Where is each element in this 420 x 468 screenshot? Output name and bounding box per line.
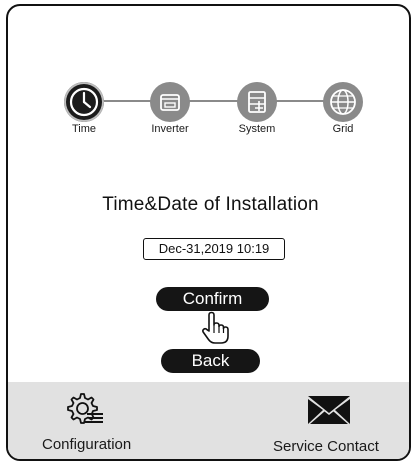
- service-contact-button[interactable]: Service Contact: [213, 382, 409, 459]
- stepper-line: [103, 100, 337, 102]
- configuration-button[interactable]: Configuration: [8, 382, 208, 459]
- system-icon: [248, 91, 266, 113]
- datetime-field[interactable]: Dec-31,2019 10:19: [143, 238, 285, 260]
- device-screen: Time Inverter System Grid Time&Date of I…: [6, 4, 411, 461]
- step-time[interactable]: [64, 82, 104, 122]
- step-label-inverter: Inverter: [151, 123, 189, 135]
- service-contact-label: Service Contact: [273, 438, 379, 455]
- back-button[interactable]: Back: [161, 349, 260, 373]
- step-grid[interactable]: [323, 82, 363, 122]
- step-inverter[interactable]: [150, 82, 190, 122]
- confirm-button[interactable]: Confirm: [156, 287, 269, 311]
- gear-settings-icon: [67, 393, 103, 424]
- step-label-time: Time: [71, 123, 97, 135]
- footer-bar: Configuration Service Contact: [8, 382, 409, 459]
- configuration-label: Configuration: [42, 436, 132, 453]
- inverter-icon: [160, 94, 180, 111]
- page-title: Time&Date of Installation: [102, 194, 319, 215]
- pointing-hand-icon: [202, 311, 229, 344]
- envelope-icon: [308, 396, 350, 424]
- setup-stepper: Time Inverter System Grid: [8, 6, 409, 146]
- step-label-grid: Grid: [332, 123, 354, 135]
- step-label-system: System: [238, 123, 276, 135]
- globe-icon: [330, 89, 356, 115]
- clock-icon: [69, 87, 99, 117]
- step-system[interactable]: [237, 82, 277, 122]
